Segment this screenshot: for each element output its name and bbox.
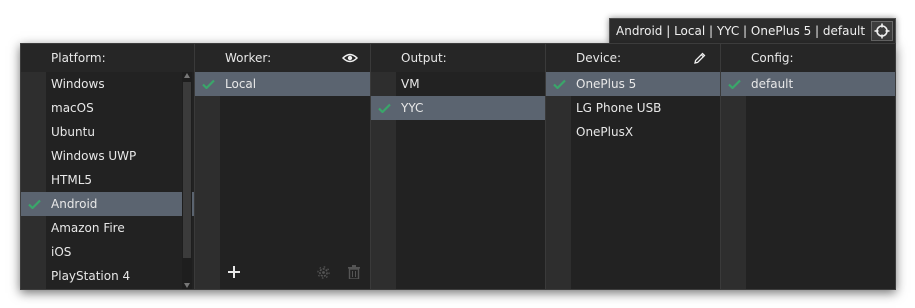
worker-header: Worker: [195,44,370,72]
config-header: Config: [721,44,895,72]
platform-item-label: macOS [51,101,94,115]
gear-icon[interactable] [317,266,330,279]
platform-item-label: Windows [51,77,105,91]
worker-column: Worker: Local [195,44,371,289]
device-item[interactable]: LG Phone USB [546,96,720,120]
device-item[interactable]: OnePlus 5 [546,72,720,96]
platform-item-label: Windows UWP [51,149,137,163]
device-list: OnePlus 5 LG Phone USB OnePlusX [546,72,720,144]
target-button[interactable] [871,21,893,41]
worker-header-label: Worker: [225,51,272,65]
platform-item[interactable]: PlayStation 4 [21,264,194,288]
platform-scrollbar-thumb[interactable] [183,82,191,258]
crosshair-icon [874,23,890,39]
output-item-label: VM [401,77,420,91]
check-icon [728,72,742,96]
platform-item[interactable]: Amazon Fire [21,216,194,240]
config-item-label: default [751,77,794,91]
platform-item-label: Android [51,197,98,211]
platform-item[interactable]: macOS [21,96,194,120]
output-item-label: YYC [401,101,424,115]
check-icon [28,192,42,216]
plus-icon[interactable] [228,266,240,278]
pencil-icon[interactable] [691,51,707,65]
target-bar: Android | Local | YYC | OnePlus 5 | defa… [609,18,896,44]
target-selector-panel: Platform: Windows macOS Ubuntu Windows UWP H… [20,43,896,290]
check-icon [378,96,392,120]
config-item[interactable]: default [721,72,895,96]
device-header: Device: [546,44,720,72]
platform-column: Platform: Windows macOS Ubuntu Windows UWP H… [21,44,195,289]
platform-item-label: iOS [51,245,72,259]
worker-list: Local [195,72,370,96]
platform-item-label: HTML5 [51,173,93,187]
output-column: Output: VM YYC [371,44,546,289]
scroll-up-icon[interactable] [184,73,190,78]
worker-item-label: Local [225,77,257,91]
device-item-label: OnePlusX [576,125,634,139]
config-list: default [721,72,895,96]
platform-item[interactable]: HTML5 [21,168,194,192]
config-column: Config: default [721,44,895,289]
platform-item[interactable]: Ubuntu [21,120,194,144]
device-item-label: LG Phone USB [576,101,662,115]
output-item[interactable]: VM [371,72,545,96]
output-item[interactable]: YYC [371,96,545,120]
output-header: Output: [371,44,545,72]
trash-icon[interactable] [348,265,360,279]
scroll-down-icon[interactable] [184,283,190,288]
device-item-label: OnePlus 5 [576,77,637,91]
platform-item[interactable]: iOS [21,240,194,264]
platform-item-label: Ubuntu [51,125,95,139]
platform-item[interactable]: Windows UWP [21,144,194,168]
platform-item[interactable]: Android [21,192,194,216]
check-icon [553,72,567,96]
platform-header: Platform: [21,44,194,72]
check-icon [202,72,216,96]
device-item[interactable]: OnePlusX [546,120,720,144]
target-summary: Android | Local | YYC | OnePlus 5 | defa… [616,24,866,38]
platform-item-label: Amazon Fire [51,221,125,235]
worker-footer [195,255,370,289]
device-column: Device: OnePlus 5 LG Phone USB OnePlusX [546,44,721,289]
worker-item[interactable]: Local [195,72,370,96]
platform-list: Windows macOS Ubuntu Windows UWP HTML5 Androi… [21,72,194,288]
output-list: VM YYC [371,72,545,120]
platform-item[interactable]: Windows [21,72,194,96]
device-header-label: Device: [576,51,622,65]
platform-scrollbar[interactable] [182,72,192,289]
eye-icon[interactable] [342,51,358,65]
platform-item-label: PlayStation 4 [51,269,131,283]
